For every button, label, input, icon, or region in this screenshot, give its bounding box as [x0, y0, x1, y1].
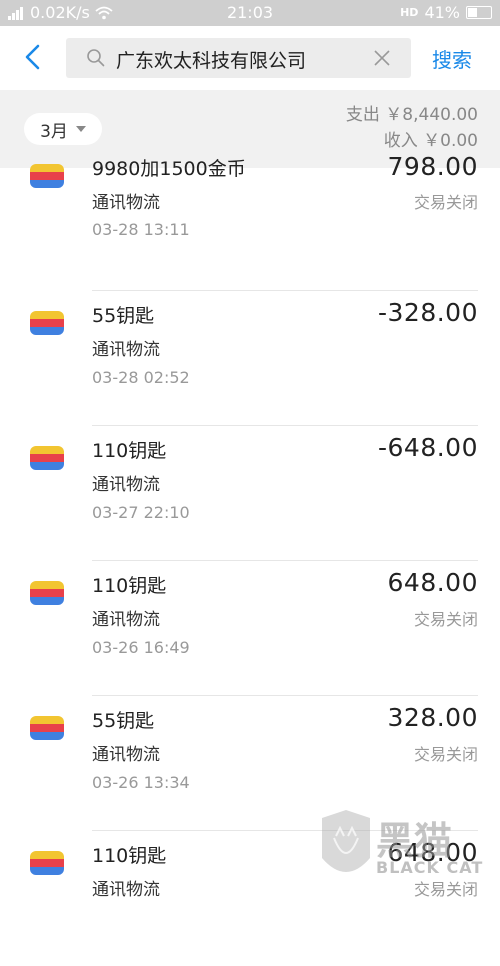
- category-icon: [30, 446, 64, 476]
- expense-total: 支出 ￥8,440.00: [345, 105, 478, 125]
- category-icon: [30, 851, 64, 881]
- transaction-amount: -648.00: [378, 433, 478, 462]
- transaction-title: 110钥匙: [92, 575, 167, 597]
- transaction-category: 通讯物流: [92, 475, 160, 495]
- watermark: 黑猫 BLACK CAT: [318, 808, 500, 888]
- transaction-time: 03-27 22:10: [92, 503, 190, 522]
- list-item[interactable]: 110钥匙 通讯物流 03-26 16:49 648.00 交易关闭: [0, 561, 500, 696]
- transaction-title: 110钥匙: [92, 845, 167, 867]
- transaction-title: 110钥匙: [92, 440, 167, 462]
- status-bar: 0.02K/s 21:03 HD 41%: [0, 0, 500, 26]
- caret-down-icon: [75, 126, 86, 132]
- category-icon: [30, 581, 64, 611]
- battery-icon: [466, 6, 492, 19]
- transaction-amount: 328.00: [387, 703, 478, 732]
- list-item[interactable]: 9980加1500金币 通讯物流 03-28 13:11 798.00 交易关闭: [0, 152, 500, 291]
- category-icon: [30, 716, 64, 746]
- watermark-subtext: BLACK CAT: [376, 858, 484, 877]
- search-header: 广东欢太科技有限公司 搜索: [0, 26, 500, 90]
- transaction-time: 03-26 13:34: [92, 773, 190, 792]
- clear-icon[interactable]: [373, 49, 391, 67]
- search-button[interactable]: 搜索: [432, 44, 472, 73]
- search-query: 广东欢太科技有限公司: [116, 50, 307, 72]
- transaction-status: 交易关闭: [413, 745, 478, 764]
- status-right: HD 41%: [400, 3, 492, 22]
- transaction-amount: 798.00: [387, 152, 478, 181]
- back-arrow-icon[interactable]: [18, 40, 48, 74]
- transaction-title: 55钥匙: [92, 710, 155, 732]
- search-input[interactable]: 广东欢太科技有限公司: [66, 38, 411, 78]
- battery-level: 41%: [424, 3, 460, 22]
- watermark-text: 黑猫: [376, 819, 453, 863]
- transaction-category: 通讯物流: [92, 610, 160, 630]
- list-item[interactable]: 110钥匙 通讯物流 03-27 22:10 -648.00: [0, 426, 500, 561]
- transaction-time: 03-28 02:52: [92, 368, 190, 387]
- transaction-category: 通讯物流: [92, 340, 160, 360]
- category-icon: [30, 164, 64, 194]
- transaction-title: 55钥匙: [92, 305, 155, 327]
- transaction-title: 9980加1500金币: [92, 158, 246, 180]
- cat-logo-icon: [322, 810, 370, 872]
- transaction-status: 交易关闭: [413, 610, 478, 629]
- monthly-totals: 支出 ￥8,440.00 收入 ￥0.00: [346, 102, 478, 154]
- transaction-time: 03-28 13:11: [92, 220, 190, 239]
- transaction-status: 交易关闭: [413, 193, 478, 212]
- transaction-amount: -328.00: [378, 298, 478, 327]
- list-item[interactable]: 55钥匙 通讯物流 03-28 02:52 -328.00: [0, 291, 500, 426]
- month-selector[interactable]: 3月: [24, 113, 102, 145]
- transaction-category: 通讯物流: [92, 745, 160, 765]
- income-total: 收入 ￥0.00: [383, 131, 478, 151]
- transaction-time: 03-26 16:49: [92, 638, 190, 657]
- month-label: 3月: [40, 121, 68, 142]
- hd-call-icon: HD: [400, 6, 419, 19]
- category-icon: [30, 311, 64, 341]
- transaction-category: 通讯物流: [92, 193, 160, 213]
- transaction-amount: 648.00: [387, 568, 478, 597]
- search-icon: [87, 49, 105, 67]
